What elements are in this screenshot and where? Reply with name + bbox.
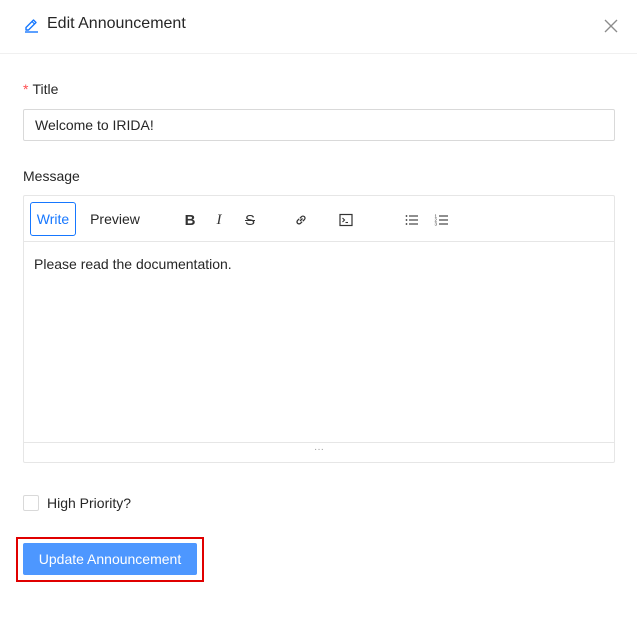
code-button[interactable]	[337, 211, 355, 229]
high-priority-label[interactable]: High Priority?	[47, 495, 131, 511]
title-label-text: Title	[32, 81, 59, 97]
ordered-list-button[interactable]: 1 2 3	[433, 211, 451, 229]
title-label: * Title	[23, 81, 58, 97]
strikethrough-button[interactable]: S	[241, 211, 259, 229]
svg-text:3: 3	[435, 222, 438, 227]
edit-pencil-icon	[25, 19, 38, 33]
italic-button[interactable]: I	[210, 211, 228, 229]
link-button[interactable]	[292, 211, 310, 229]
update-announcement-button[interactable]: Update Announcement	[23, 543, 197, 575]
terminal-icon	[339, 213, 353, 227]
tab-preview[interactable]: Preview	[88, 202, 142, 236]
required-mark: *	[23, 81, 29, 97]
ordered-list-icon: 1 2 3	[435, 214, 448, 227]
unordered-list-icon	[405, 215, 418, 225]
close-icon[interactable]	[603, 18, 619, 34]
link-icon	[296, 215, 306, 225]
high-priority-checkbox[interactable]	[23, 495, 39, 511]
tab-write[interactable]: Write	[30, 202, 76, 236]
unordered-list-button[interactable]	[403, 211, 421, 229]
message-textarea[interactable]: Please read the documentation.	[24, 242, 614, 442]
bold-button[interactable]: B	[181, 211, 199, 229]
modal-title: Edit Announcement	[47, 15, 186, 32]
message-label: Message	[23, 168, 80, 184]
editor-toolbar: Write Preview B I S 1 2 3	[24, 196, 614, 242]
modal-header: Edit Announcement	[0, 0, 637, 54]
title-input[interactable]	[23, 109, 615, 141]
markdown-editor: Write Preview B I S 1 2 3 Please read th…	[23, 195, 615, 463]
resize-handle[interactable]: ···	[24, 442, 614, 462]
